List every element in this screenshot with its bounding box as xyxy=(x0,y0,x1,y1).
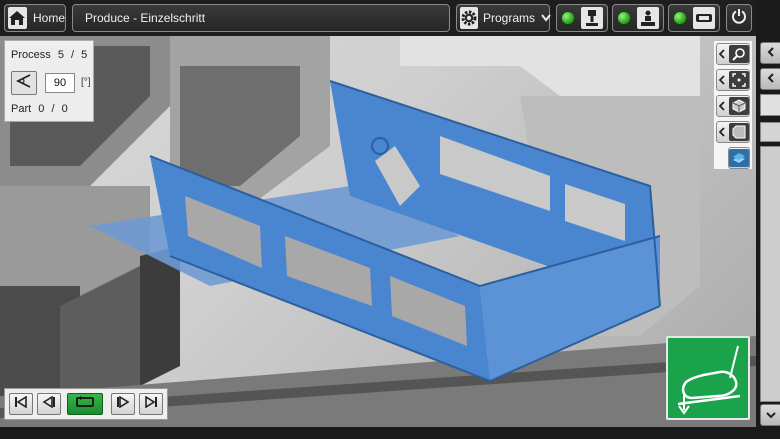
part-label: Part xyxy=(11,103,32,115)
part-current: 0 xyxy=(38,103,45,115)
chevron-left-icon xyxy=(767,44,775,62)
process-total: 5 xyxy=(81,49,88,61)
chevron-left-icon xyxy=(717,127,727,137)
home-label: Home xyxy=(32,11,65,25)
bend-angle-icon xyxy=(15,73,33,94)
press-tool-icon xyxy=(581,7,603,29)
skip-first-icon xyxy=(14,395,28,413)
side-view-icon xyxy=(729,123,749,141)
render-mode-button[interactable] xyxy=(728,147,750,169)
process-panel: Process 5 / 5 [°] Part 0 / 0 xyxy=(4,40,94,122)
programs-dropdown[interactable]: Programs xyxy=(456,4,551,32)
fit-view-icon xyxy=(729,71,749,89)
view-cube-icon xyxy=(729,97,749,115)
chevron-down-icon xyxy=(766,406,776,424)
power-icon xyxy=(731,8,747,29)
home-button[interactable]: Home xyxy=(4,4,66,32)
top-bar: Home Produce - Einzelschritt Programs xyxy=(0,0,780,36)
operator-station-icon xyxy=(637,7,659,29)
scroll-down-button[interactable] xyxy=(760,404,780,426)
backgauge-icon xyxy=(693,7,715,29)
home-icon xyxy=(8,7,27,29)
step-back-icon xyxy=(42,395,56,413)
back-wall xyxy=(400,36,700,96)
chevron-left-icon xyxy=(717,49,727,59)
process-current: 5 xyxy=(57,49,64,61)
render-mode-icon xyxy=(729,149,749,167)
status-operator[interactable] xyxy=(612,4,664,32)
side-panel-field xyxy=(760,94,780,116)
page-title: Produce - Einzelschritt xyxy=(72,4,450,32)
side-panel-body xyxy=(760,146,780,402)
gear-icon xyxy=(460,7,478,29)
3d-viewport[interactable] xyxy=(0,36,756,427)
view-cube-button[interactable] xyxy=(716,95,750,117)
last-step-button[interactable] xyxy=(139,393,163,415)
first-step-button[interactable] xyxy=(9,393,33,415)
part-total: 0 xyxy=(61,103,68,115)
zoom-button[interactable] xyxy=(716,43,750,65)
process-separator: / xyxy=(71,49,75,61)
chevron-left-icon xyxy=(767,70,775,88)
machine-scene xyxy=(0,36,756,427)
skip-last-icon xyxy=(144,395,158,413)
status-led xyxy=(561,11,575,25)
part-counter: Part 0 / 0 xyxy=(11,103,72,115)
status-led xyxy=(617,11,631,25)
cycle-icon xyxy=(74,395,96,414)
power-button[interactable] xyxy=(726,4,752,32)
cycle-button[interactable] xyxy=(67,393,103,415)
next-step-button[interactable] xyxy=(111,393,135,415)
foot-pedal-button[interactable] xyxy=(666,336,750,420)
process-label: Process xyxy=(11,49,51,61)
previous-step-button[interactable] xyxy=(37,393,61,415)
bend-angle-input[interactable] xyxy=(45,73,75,93)
programs-label: Programs xyxy=(483,11,536,25)
part-separator: / xyxy=(51,103,55,115)
side-view-button[interactable] xyxy=(716,121,750,143)
side-panel-field xyxy=(760,122,780,142)
expand-panel-button[interactable] xyxy=(760,68,780,90)
foot-pedal-icon xyxy=(668,345,748,422)
chevron-left-icon xyxy=(717,75,727,85)
status-press-tool[interactable] xyxy=(556,4,608,32)
step-forward-icon xyxy=(116,395,130,413)
status-led xyxy=(673,11,687,25)
side-panel-edge xyxy=(756,0,780,439)
chevron-left-icon xyxy=(717,101,727,111)
step-controls xyxy=(4,388,168,420)
fit-view-button[interactable] xyxy=(716,69,750,91)
angle-unit: [°] xyxy=(81,77,91,88)
chevron-down-icon xyxy=(541,9,551,27)
bottom-bar xyxy=(0,427,780,439)
view-tools xyxy=(714,41,752,169)
zoom-icon xyxy=(729,45,749,63)
process-counter: Process 5 / 5 xyxy=(11,49,91,61)
status-backgauge[interactable] xyxy=(668,4,720,32)
expand-panel-button[interactable] xyxy=(760,42,780,64)
bend-angle-button[interactable] xyxy=(11,71,37,95)
